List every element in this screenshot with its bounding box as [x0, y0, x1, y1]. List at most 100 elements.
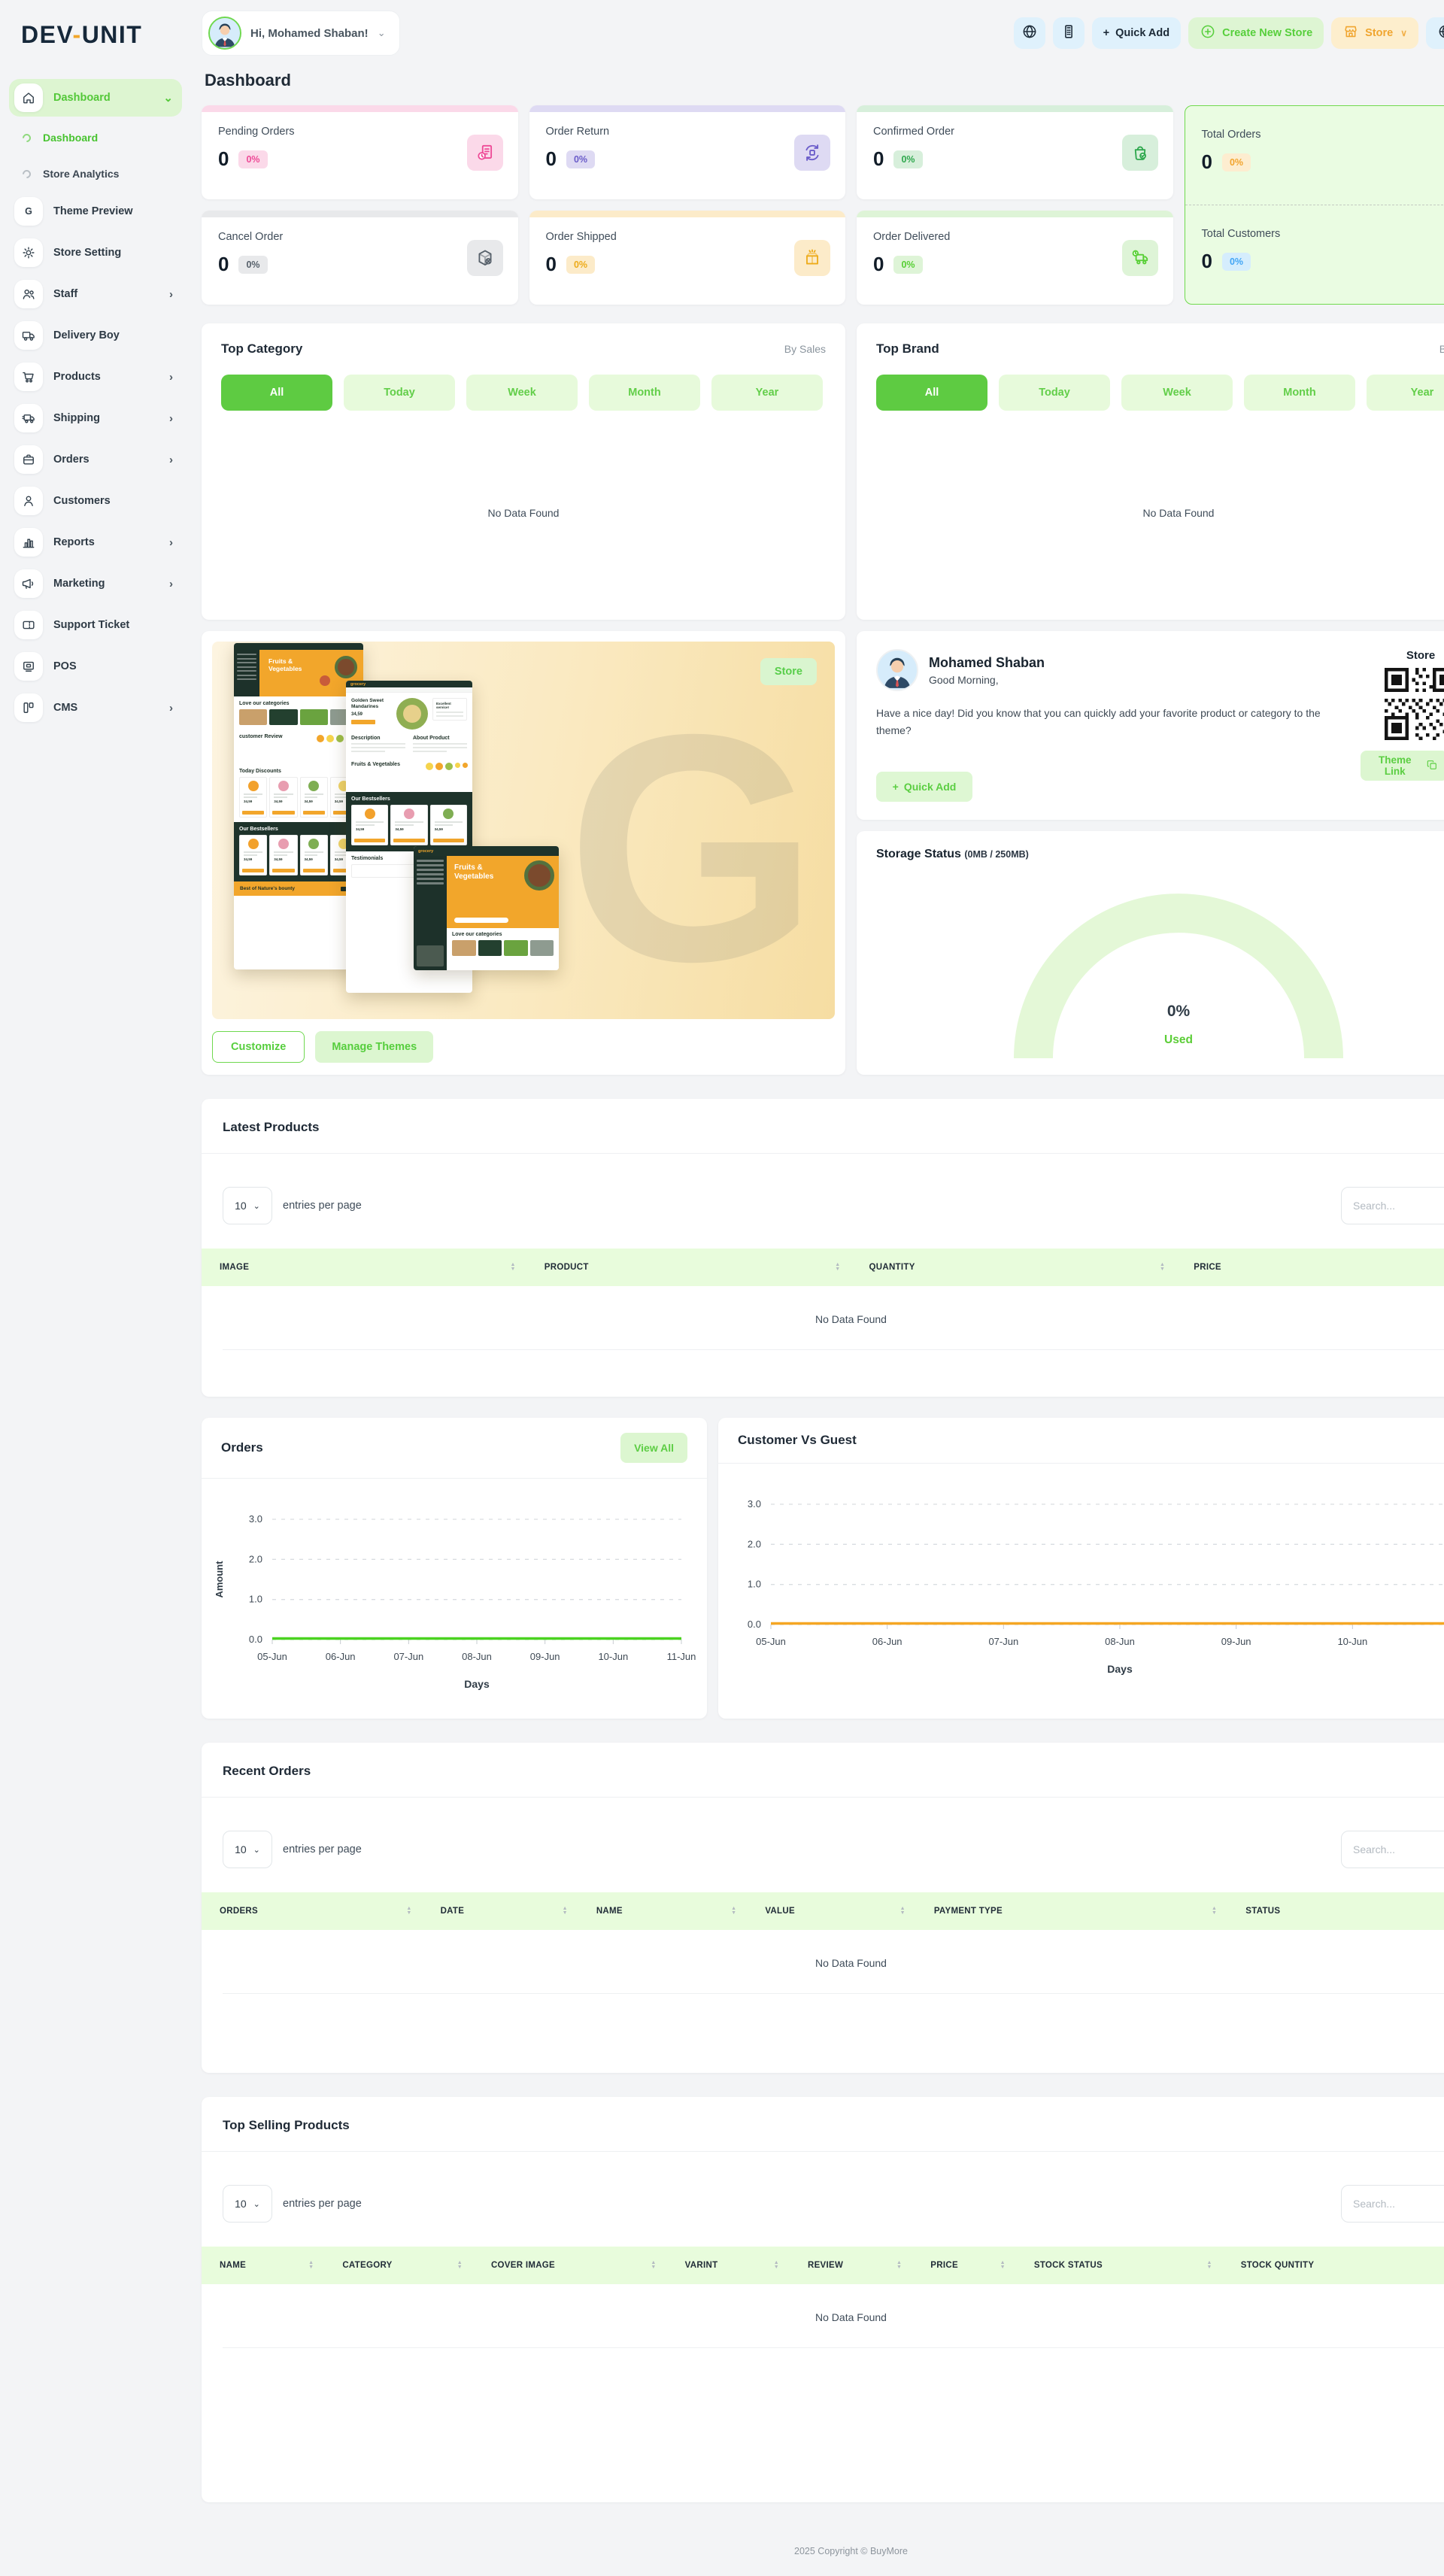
column-label: PAYMENT TYPE	[934, 1907, 1003, 1916]
view-all-button[interactable]: View All	[620, 1433, 687, 1463]
column-varint[interactable]: VARINT▲▼	[667, 2247, 790, 2284]
stat-label: Order Shipped	[546, 231, 830, 243]
entries-per-page-select[interactable]: 10⌄	[223, 1187, 272, 1224]
stat-card-order-shipped: Order Shipped00%	[529, 211, 846, 305]
column-stock-status[interactable]: STOCK STATUS▲▼	[1016, 2247, 1223, 2284]
top-category-filter-today[interactable]: Today	[344, 375, 455, 411]
column-date[interactable]: DATE▲▼	[423, 1892, 578, 1930]
sidebar-item-reports[interactable]: Reports›	[9, 523, 182, 561]
storage-status-card: Storage Status (0MB / 250MB) 0% Used	[857, 831, 1444, 1075]
column-price[interactable]: PRICE▲▼	[1176, 1249, 1444, 1286]
top-brand-filter-today[interactable]: Today	[999, 375, 1110, 411]
globe-button[interactable]	[1014, 17, 1045, 49]
stat-value-row: 00%	[218, 147, 502, 171]
sort-icon: ▲▼	[511, 1263, 516, 1273]
quick-add-button[interactable]: +Quick Add	[1092, 17, 1181, 49]
sidebar-item-theme-preview[interactable]: GTheme Preview	[9, 193, 182, 230]
brand-logo[interactable]: DEV-UNIT	[21, 21, 182, 49]
top-brand-filter-all[interactable]: All	[876, 375, 987, 411]
top-category-filter-all[interactable]: All	[221, 375, 332, 411]
column-value[interactable]: VALUE▲▼	[747, 1892, 916, 1930]
sidebar-item-orders[interactable]: Orders›	[9, 441, 182, 478]
sidebar-subitem-store-analytics[interactable]: Store Analytics	[9, 156, 182, 191]
column-orders[interactable]: ORDERS▲▼	[202, 1892, 423, 1930]
search-input[interactable]	[1341, 1187, 1444, 1224]
column-payment-type[interactable]: PAYMENT TYPE▲▼	[916, 1892, 1227, 1930]
total-customers-block: Total Customers 00%	[1185, 205, 1444, 304]
top-category-filter-year[interactable]: Year	[711, 375, 823, 411]
entries-per-page-select[interactable]: 10⌄	[223, 1831, 272, 1868]
top-brand-filter-week[interactable]: Week	[1121, 375, 1233, 411]
sidebar-subitem-dashboard[interactable]: Dashboard	[9, 120, 182, 155]
sidebar-item-products[interactable]: Products›	[9, 358, 182, 396]
theme-bestsellers-title: Our Bestsellers	[239, 827, 358, 832]
cancel-icon	[467, 240, 503, 276]
create-new-store-label: Create New Store	[1222, 27, 1312, 39]
user-avatar	[208, 17, 241, 50]
chevron-right-icon: ›	[169, 578, 173, 590]
sidebar-item-label: Store Setting	[53, 247, 121, 259]
main-content: Hi, Mohamed Shaban! ⌄ +Quick Add Create …	[193, 0, 1444, 2576]
manage-themes-button[interactable]: Manage Themes	[315, 1031, 433, 1063]
page-title: Dashboard	[205, 71, 1444, 90]
sort-icon: ▲▼	[406, 1907, 411, 1916]
column-category[interactable]: CATEGORY▲▼	[324, 2247, 473, 2284]
create-new-store-button[interactable]: Create New Store	[1188, 17, 1324, 49]
sidebar-item-pos[interactable]: POS	[9, 648, 182, 685]
total-orders-value: 0	[1202, 150, 1212, 174]
pos-terminal-button[interactable]	[1053, 17, 1085, 49]
column-cover-image[interactable]: COVER IMAGE▲▼	[473, 2247, 667, 2284]
card-top-strip	[202, 211, 518, 217]
user-menu[interactable]: Hi, Mohamed Shaban! ⌄	[202, 11, 400, 56]
column-label: COVER IMAGE	[491, 2261, 555, 2270]
sidebar-item-shipping[interactable]: Shipping›	[9, 399, 182, 437]
orders-chart-title: Orders	[221, 1440, 263, 1455]
column-label: IMAGE	[220, 1263, 249, 1272]
sidebar-item-label: Theme Preview	[53, 205, 133, 217]
entries-per-page-label: entries per page	[283, 2198, 362, 2210]
top-category-filter-week[interactable]: Week	[466, 375, 578, 411]
reports-icon	[14, 528, 43, 557]
stat-value: 0	[873, 147, 884, 171]
column-price[interactable]: PRICE▲▼	[912, 2247, 1016, 2284]
sidebar-item-label: Reports	[53, 536, 95, 548]
language-dropdown[interactable]: EN∨	[1426, 17, 1444, 49]
theme-link-button[interactable]: Theme Link	[1361, 751, 1444, 781]
top-brand-filter-month[interactable]: Month	[1244, 375, 1355, 411]
store-dropdown[interactable]: Store∨	[1331, 17, 1418, 49]
sidebar-item-delivery-boy[interactable]: Delivery Boy	[9, 317, 182, 354]
column-quantity[interactable]: QUANTITY▲▼	[851, 1249, 1176, 1286]
orders-chart-card: Orders View All 0.01.02.03.005-Jun06-Jun…	[202, 1418, 707, 1719]
svg-text:06-Jun: 06-Jun	[326, 1651, 356, 1662]
column-image[interactable]: IMAGE ▲▼	[202, 1249, 526, 1286]
sort-icon: ▲▼	[563, 1907, 568, 1916]
sidebar-item-dashboard[interactable]: Dashboard⌄	[9, 79, 182, 117]
entries-per-page-label: entries per page	[283, 1843, 362, 1855]
sidebar-item-cms[interactable]: CMS›	[9, 689, 182, 727]
search-input[interactable]	[1341, 1831, 1444, 1868]
sidebar-item-staff[interactable]: Staff›	[9, 275, 182, 313]
column-name[interactable]: NAME▲▼	[202, 2247, 324, 2284]
card-top-strip	[529, 211, 846, 217]
stat-value: 0	[546, 253, 557, 276]
top-category-filter-month[interactable]: Month	[589, 375, 700, 411]
sidebar-item-marketing[interactable]: Marketing›	[9, 565, 182, 602]
sidebar-item-customers[interactable]: Customers	[9, 482, 182, 520]
sidebar-item-store-setting[interactable]: Store Setting	[9, 234, 182, 272]
customer-vs-guest-chart-card: Customer Vs Guest 0.01.02.03.005-Jun06-J…	[718, 1418, 1444, 1719]
search-input[interactable]	[1341, 2185, 1444, 2223]
theme-preview-image: G Fruits & Vegetables Love our categorie…	[212, 642, 835, 1019]
top-brand-filter-year[interactable]: Year	[1367, 375, 1444, 411]
column-stock-quntity[interactable]: STOCK QUNTITY▲▼	[1223, 2247, 1444, 2284]
column-status[interactable]: STATUS▲▼	[1227, 1892, 1444, 1930]
svg-text:Days: Days	[464, 1678, 490, 1690]
column-review[interactable]: REVIEW▲▼	[790, 2247, 912, 2284]
store-badge[interactable]: Store	[760, 658, 817, 685]
quick-add-button[interactable]: +Quick Add	[876, 772, 972, 802]
sidebar-item-support-ticket[interactable]: Support Ticket	[9, 606, 182, 644]
column-name[interactable]: NAME▲▼	[578, 1892, 748, 1930]
entries-per-page-select[interactable]: 10⌄	[223, 2185, 272, 2223]
customize-button[interactable]: Customize	[212, 1031, 305, 1063]
card-top-strip	[529, 105, 846, 112]
column-product[interactable]: PRODUCT▲▼	[526, 1249, 851, 1286]
